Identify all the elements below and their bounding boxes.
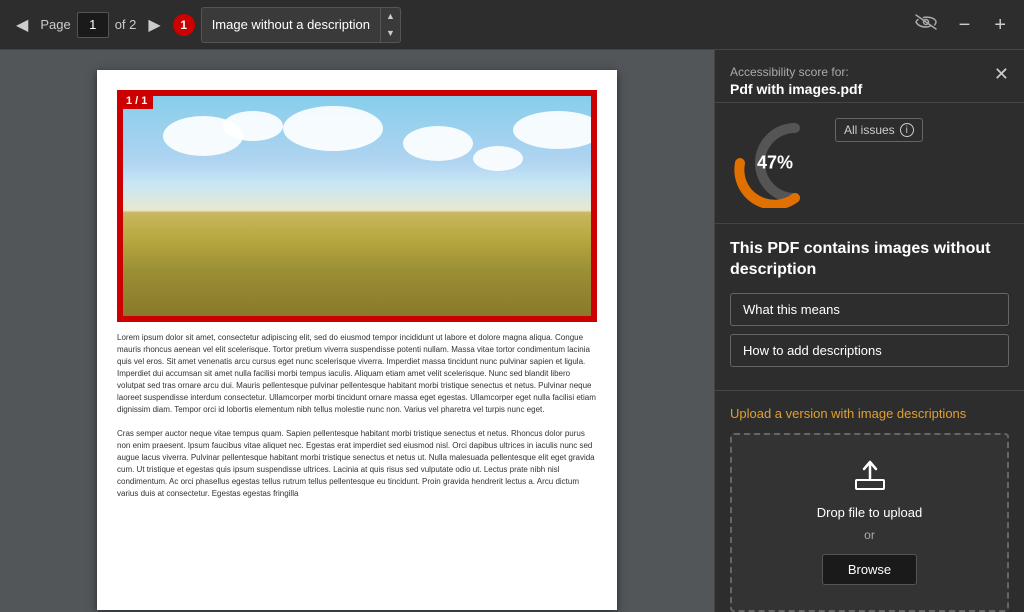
page-label: Page (40, 17, 70, 32)
score-value: 47% (757, 153, 793, 174)
toolbar: ◀ Page of 2 ▶ 1 Image without a descript… (0, 0, 1024, 50)
issue-arrow-up[interactable]: ▲ (381, 8, 400, 25)
panel-title-filename: Pdf with images.pdf (730, 81, 862, 97)
prev-page-button[interactable]: ◀ (10, 11, 34, 39)
upload-section: Upload a version with image descriptions… (715, 391, 1024, 612)
pdf-viewer[interactable]: 1 / 1 Lorem ipsum dolor sit amet, consec… (0, 50, 714, 612)
browse-button[interactable]: Browse (822, 554, 917, 585)
upload-icon (855, 460, 885, 497)
pdf-photo (123, 96, 591, 316)
or-text: or (864, 528, 875, 542)
pdf-image-container: 1 / 1 (117, 90, 597, 322)
hide-annotations-button[interactable] (909, 10, 943, 39)
all-issues-label: All issues (844, 123, 895, 137)
zoom-out-button[interactable]: − (951, 13, 979, 37)
issue-label-container: Image without a description ▲ ▼ (201, 7, 401, 43)
panel-header: Accessibility score for: Pdf with images… (715, 50, 1024, 103)
info-icon: i (900, 123, 914, 137)
page-number-input[interactable] (77, 12, 109, 38)
main-content: 1 / 1 Lorem ipsum dolor sit amet, consec… (0, 50, 1024, 612)
issue-label-text: Image without a description (202, 17, 380, 32)
what-this-means-button[interactable]: What this means (730, 293, 1009, 326)
issue-arrow-down[interactable]: ▼ (381, 25, 400, 42)
toolbar-left: ◀ Page of 2 ▶ 1 Image without a descript… (10, 7, 943, 43)
score-section: 47% All issues i (715, 103, 1024, 224)
how-to-add-button[interactable]: How to add descriptions (730, 334, 1009, 367)
drop-text: Drop file to upload (817, 505, 923, 520)
right-panel: Accessibility score for: Pdf with images… (714, 50, 1024, 612)
drop-zone[interactable]: Drop file to upload or Browse (730, 433, 1009, 612)
zoom-in-button[interactable]: + (986, 13, 1014, 37)
upload-title: Upload a version with image descriptions (730, 406, 1009, 421)
panel-title-area: Accessibility score for: Pdf with images… (730, 65, 862, 97)
issue-arrows: ▲ ▼ (380, 8, 400, 42)
close-panel-button[interactable]: ✕ (994, 65, 1009, 83)
score-donut-chart: 47% (730, 118, 820, 208)
page-total: of 2 (115, 17, 137, 32)
pdf-image-label: 1 / 1 (120, 93, 153, 109)
pdf-page: 1 / 1 Lorem ipsum dolor sit amet, consec… (97, 70, 617, 610)
description-section: This PDF contains images without descrip… (715, 224, 1024, 391)
description-title: This PDF contains images without descrip… (730, 239, 1009, 281)
pdf-body-text: Lorem ipsum dolor sit amet, consectetur … (117, 332, 597, 500)
next-page-button[interactable]: ▶ (142, 11, 166, 39)
all-issues-button[interactable]: All issues i (835, 118, 923, 142)
issue-badge[interactable]: 1 (173, 14, 195, 36)
panel-title-label: Accessibility score for: (730, 65, 862, 79)
eye-slash-icon (915, 14, 937, 30)
